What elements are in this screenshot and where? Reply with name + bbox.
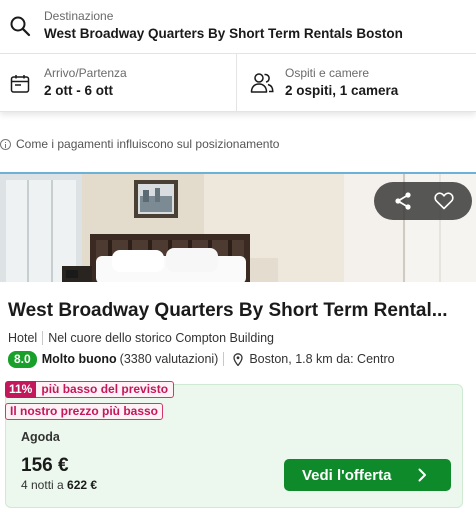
search-form: Destinazione West Broadway Quarters By S…	[0, 0, 476, 112]
total-price: 622 €	[67, 478, 98, 492]
favorite-button[interactable]	[430, 187, 458, 215]
view-offer-label: Vedi l'offerta	[302, 466, 392, 484]
best-price-tag: Il nostro prezzo più basso	[5, 403, 164, 420]
search-icon	[10, 16, 31, 37]
calendar-icon	[10, 75, 30, 93]
guests-label: Ospiti e camere	[285, 66, 370, 80]
hotel-name[interactable]: West Broadway Quarters By Short Term Ren…	[8, 300, 448, 322]
guests-value: 2 ospiti, 1 camera	[285, 83, 399, 98]
photo-actions	[374, 182, 472, 220]
destination-field[interactable]: Destinazione West Broadway Quarters By S…	[0, 0, 476, 54]
ranking-info-text: Come i pagamenti influiscono sul posizio…	[16, 137, 280, 151]
view-offer-button[interactable]: Vedi l'offerta	[284, 459, 451, 491]
divider	[42, 331, 44, 345]
hotel-type: Hotel	[8, 331, 38, 345]
hotel-meta: Hotel Nel cuore dello storico Compton Bu…	[8, 331, 274, 345]
rating-score-badge: 8.0	[8, 350, 37, 368]
chevron-right-icon	[418, 468, 426, 482]
rating-word: Molto buono	[41, 352, 117, 366]
destination-label: Destinazione	[44, 9, 114, 23]
discount-percent: 11%	[5, 381, 37, 398]
guests-field[interactable]: Ospiti e camere 2 ospiti, 1 camera	[237, 54, 476, 111]
discount-text: più basso del previsto	[36, 381, 175, 398]
share-icon	[394, 192, 411, 210]
destination-value: West Broadway Quarters By Short Term Ren…	[44, 26, 403, 41]
heart-icon	[433, 192, 454, 210]
divider	[223, 352, 225, 366]
dates-value: 2 ott - 6 ott	[44, 83, 113, 98]
hotel-location: Boston, 1.8 km da: Centro	[249, 352, 395, 366]
dates-field[interactable]: Arrivo/Partenza 2 ott - 6 ott	[0, 54, 237, 111]
ranking-info-link[interactable]: Come i pagamenti influiscono sul posizio…	[0, 136, 279, 152]
nightly-price: 156 €	[21, 455, 69, 476]
pin-icon	[233, 352, 243, 366]
share-button[interactable]	[389, 187, 417, 215]
deal-tag: 11% più basso del previsto	[5, 381, 175, 398]
total-price-line: 4 notti a 622 €	[21, 478, 97, 492]
rating-row: 8.0 Molto buono (3380 valutazioni) Bosto…	[8, 350, 395, 368]
hotel-tagline: Nel cuore dello storico Compton Building	[48, 331, 274, 345]
provider-name: Agoda	[21, 430, 60, 444]
nights-prefix: 4 notti a	[21, 478, 64, 492]
people-icon	[250, 73, 274, 93]
info-icon	[0, 138, 11, 150]
dates-label: Arrivo/Partenza	[44, 66, 127, 80]
rating-count: (3380 valutazioni)	[119, 352, 219, 366]
